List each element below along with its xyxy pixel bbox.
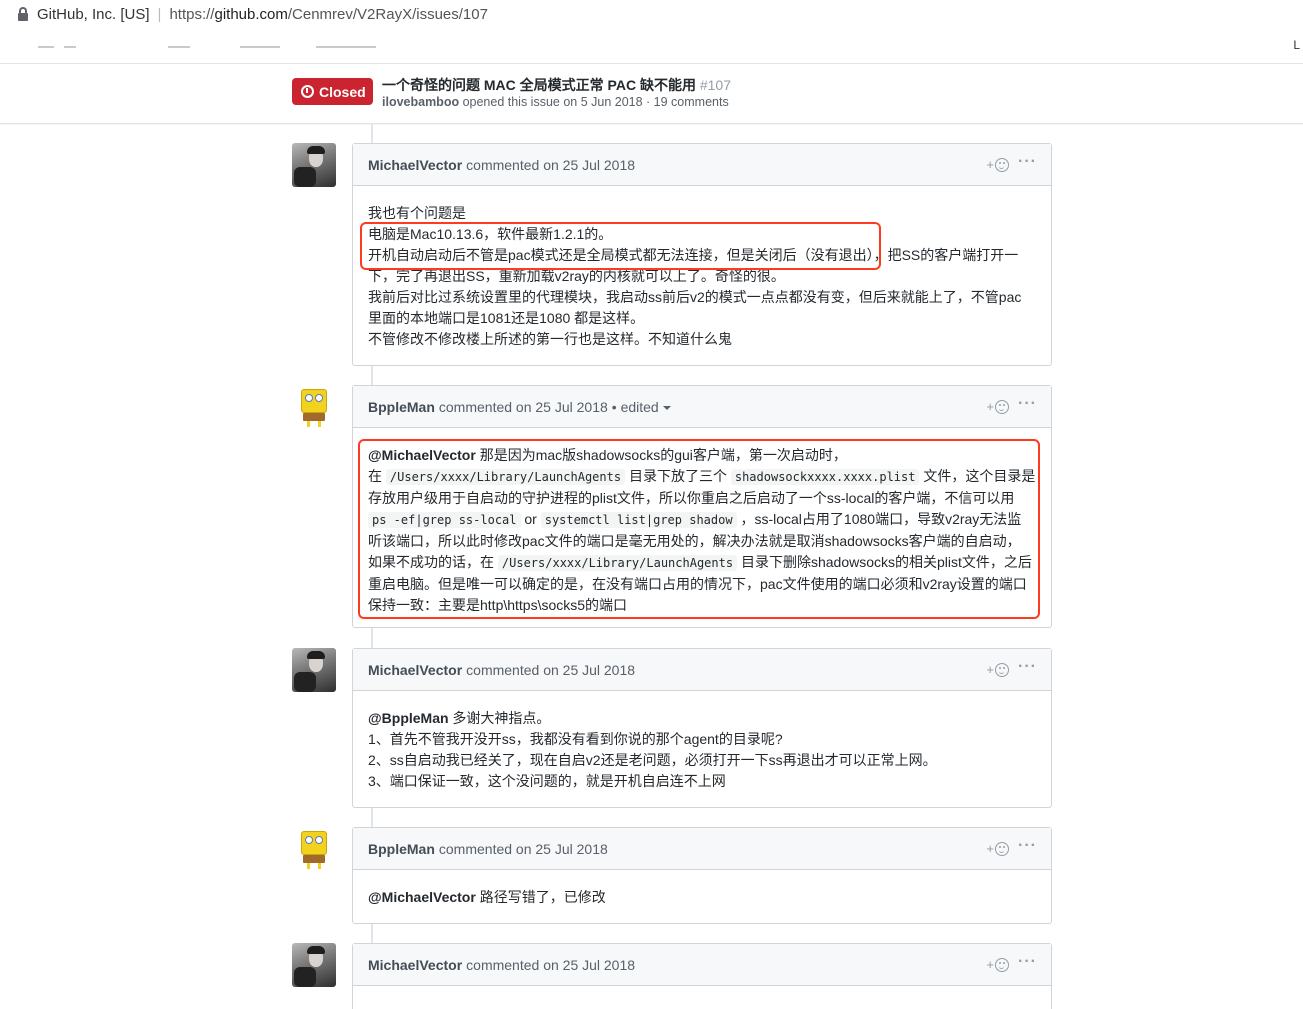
comment-line: 在 /Users/xxxx/Library/LaunchAgents 目录下放了… [368, 468, 1036, 485]
issue-title: 一个奇怪的问题 MAC 全局模式正常 PAC 缺不能用 #107 [382, 75, 731, 95]
inline-code: shadowsockxxxx.xxxx.plist [730, 469, 920, 485]
more-options-icon[interactable]: ··· [1018, 395, 1037, 413]
comment-line: @MichaelVector 路径写错了，已修改 [368, 889, 606, 905]
comment-body: @MichaelVector 那是因为mac版shadowsocks的gui客户… [353, 428, 1051, 631]
comment-date-link[interactable]: commented on 25 Jul 2018 [439, 399, 608, 415]
comment: BppleMan commented on 25 Jul 2018 • edit… [352, 385, 1052, 628]
comment: MichaelVector commented on 25 Jul 2018 +… [352, 648, 1052, 808]
more-options-icon[interactable]: ··· [1018, 153, 1037, 171]
add-reaction-button[interactable]: + [986, 957, 1009, 972]
caret-down-icon [662, 405, 671, 410]
site-identity[interactable]: GitHub, Inc. [US] [37, 6, 150, 23]
avatar[interactable] [292, 385, 336, 429]
issue-closed-icon [301, 85, 314, 98]
comment-line: 2、ss自启动我已经关了，现在自启v2还是老问题，必须打开一下ss再退出才可以正… [368, 752, 937, 768]
header-fragment [240, 46, 280, 48]
comment-line: 电脑是Mac10.13.6，软件最新1.2.1的。 [368, 226, 613, 242]
avatar[interactable] [292, 648, 336, 692]
issue-number: #107 [699, 77, 732, 93]
issue-meta: ilovebamboo opened this issue on 5 Jun 2… [382, 95, 729, 109]
smiley-icon [995, 157, 1009, 172]
issue-author-link[interactable]: ilovebamboo [382, 95, 459, 109]
comment-author-link[interactable]: MichaelVector [368, 157, 462, 173]
edited-dropdown[interactable]: • edited [612, 399, 671, 415]
smiley-icon [995, 957, 1009, 972]
avatar[interactable] [292, 943, 336, 987]
comment-date-link[interactable]: commented on 25 Jul 2018 [439, 841, 608, 857]
state-badge-closed: Closed [292, 78, 373, 105]
comment-date-link[interactable]: commented on 25 Jul 2018 [466, 957, 635, 973]
divider: | [157, 5, 162, 23]
more-options-icon[interactable]: ··· [1018, 658, 1037, 676]
smiley-icon [995, 399, 1009, 414]
comment: MichaelVector commented on 25 Jul 2018 +… [352, 143, 1052, 366]
comment-line: 里面的本地端口是1081还是1080 都是这样。 [368, 310, 645, 326]
comment-line: 存放用户级用于自启动的守护进程的plist文件，所以你重启之后启动了一个ss-l… [368, 490, 1015, 506]
comment-line: 重启电脑。但是唯一可以确定的是，在没有端口占用的情况下，pac文件使用的端口必须… [368, 576, 1027, 592]
comment-header: BppleMan commented on 25 Jul 2018 • edit… [353, 386, 1051, 428]
comment-body: 我也有个问题是 电脑是Mac10.13.6，软件最新1.2.1的。 开机自动启动… [353, 186, 1051, 365]
comment-body: @MichaelVector 路径写错了，已修改 [353, 870, 1051, 923]
issue-title-text: 一个奇怪的问题 MAC 全局模式正常 PAC 缺不能用 [382, 77, 696, 93]
comment-author-link[interactable]: BppleMan [368, 841, 435, 857]
avatar[interactable] [292, 827, 336, 871]
inline-code: ps -ef|grep ss-local [368, 512, 521, 528]
comment-line: 我也有个问题是 [368, 205, 466, 221]
more-options-icon[interactable]: ··· [1018, 837, 1037, 855]
comment-line: 如果不成功的话，在 /Users/xxxx/Library/LaunchAgen… [368, 554, 1032, 571]
comment-line: 不管修改不修改楼上所述的第一行也是这样。不知道什么鬼 [368, 331, 732, 347]
header-fragment [64, 46, 76, 48]
inline-code: systemctl list|grep shadow [540, 512, 737, 528]
comment-date-link[interactable]: commented on 25 Jul 2018 [466, 662, 635, 678]
mention-link[interactable]: @BppleMan [368, 710, 449, 726]
add-reaction-button[interactable]: + [986, 157, 1009, 172]
comment-line: 开机自动启动后不管是pac模式还是全局模式都无法连接，但是关闭后（没有退出），把… [368, 247, 1019, 263]
more-options-icon[interactable]: ··· [1018, 953, 1037, 971]
comment: MichaelVector commented on 25 Jul 2018 +… [352, 943, 1052, 1009]
add-reaction-button[interactable]: + [986, 662, 1009, 677]
comment-line: 听该端口，所以此时修改pac文件的端口是毫无用处的，解决办法就是取消shadow… [368, 533, 1021, 549]
comment-author-link[interactable]: BppleMan [368, 399, 435, 415]
mention-link[interactable]: @MichaelVector [368, 447, 476, 463]
header-fragment [38, 46, 54, 48]
comment-header: MichaelVector commented on 25 Jul 2018 +… [353, 649, 1051, 691]
mention-link[interactable]: @MichaelVector [368, 889, 476, 905]
comment-line: ps -ef|grep ss-local or systemctl list|g… [368, 509, 1036, 531]
header-fragment [316, 46, 376, 48]
add-reaction-button[interactable]: + [986, 841, 1009, 856]
comment-body: @BppleMan 多谢大神指点。 1、首先不管我开没开ss，我都没有看到你说的… [353, 691, 1051, 807]
address-bar[interactable]: GitHub, Inc. [US] | https://github.com/C… [0, 0, 1303, 28]
comment-line: @MichaelVector 那是因为mac版shadowsocks的gui客户… [368, 447, 847, 463]
comment-author-link[interactable]: MichaelVector [368, 662, 462, 678]
smiley-icon [995, 662, 1009, 677]
comment-header: BppleMan commented on 25 Jul 2018 + ··· [353, 828, 1051, 870]
smiley-icon [995, 841, 1009, 856]
github-header-strip: L [0, 28, 1303, 64]
avatar[interactable] [292, 143, 336, 187]
edge-text: L [1293, 38, 1300, 52]
inline-code: /Users/xxxx/Library/LaunchAgents [497, 555, 738, 571]
lock-icon [17, 7, 29, 21]
inline-code: /Users/xxxx/Library/LaunchAgents [385, 469, 626, 485]
comment-line: 下，完了再退出SS，重新加载v2ray的内核就可以上了。奇怪的很。 [368, 268, 785, 284]
comment-header: MichaelVector commented on 25 Jul 2018 +… [353, 144, 1051, 186]
comment-line: @BppleMan 多谢大神指点。 [368, 710, 551, 726]
header-fragment [168, 46, 190, 48]
url-text[interactable]: https://github.com/Cenmrev/V2RayX/issues… [169, 6, 488, 23]
comment-author-link[interactable]: MichaelVector [368, 957, 462, 973]
comment-line: 3、端口保证一致，这个没问题的，就是开机自启连不上网 [368, 773, 726, 789]
state-label: Closed [319, 83, 366, 100]
add-reaction-button[interactable]: + [986, 399, 1009, 414]
comment: BppleMan commented on 25 Jul 2018 + ··· … [352, 827, 1052, 924]
comment-line: 1、首先不管我开没开ss，我都没有看到你说的那个agent的目录呢? [368, 731, 783, 747]
comment-line: 我前后对比过系统设置里的代理模块，我启动ss前后v2的模式一点点都没有变，但后来… [368, 289, 1022, 305]
comment-date-link[interactable]: commented on 25 Jul 2018 [466, 157, 635, 173]
issue-meta-text: opened this issue on 5 Jun 2018 · 19 com… [459, 95, 729, 109]
comment-header: MichaelVector commented on 25 Jul 2018 +… [353, 944, 1051, 986]
comment-line: 保持一致：主要是http\https\socks5的端口 [368, 597, 628, 613]
